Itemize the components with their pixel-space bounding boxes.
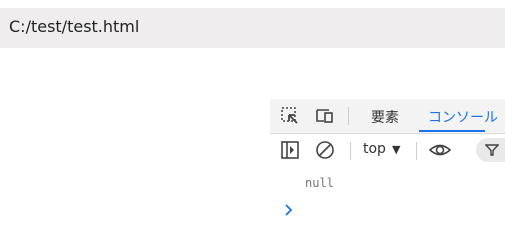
- device-toolbar-icon[interactable]: [315, 106, 335, 126]
- console-log-line: null: [305, 176, 334, 190]
- console-prompt-chevron-icon[interactable]: [284, 202, 294, 218]
- sidebar-toggle-icon[interactable]: [280, 140, 300, 160]
- devtools-tabbar: 要素 コンソール: [270, 99, 505, 133]
- address-bar[interactable]: C:/test/test.html: [0, 8, 505, 48]
- context-selector[interactable]: top: [363, 141, 386, 157]
- address-text[interactable]: C:/test/test.html: [9, 17, 139, 36]
- tab-divider: [348, 107, 349, 125]
- toolbar-divider: [416, 142, 417, 160]
- tab-elements[interactable]: 要素: [371, 107, 399, 127]
- active-tab-indicator: [419, 130, 485, 132]
- eye-icon[interactable]: [428, 140, 452, 160]
- filter-icon: [485, 144, 499, 156]
- filter-button[interactable]: [476, 138, 505, 162]
- console-toolbar: top ▼: [270, 134, 505, 167]
- clear-console-icon[interactable]: [315, 140, 335, 160]
- inspect-element-icon[interactable]: [280, 106, 300, 126]
- page: C:/test/test.html 要素 コンソール top ▼ null: [0, 0, 505, 247]
- toolbar-divider: [350, 142, 351, 160]
- tab-console[interactable]: コンソール: [428, 107, 498, 127]
- caret-down-icon[interactable]: ▼: [392, 143, 400, 156]
- devtools-panel: 要素 コンソール top ▼ null: [270, 99, 505, 247]
